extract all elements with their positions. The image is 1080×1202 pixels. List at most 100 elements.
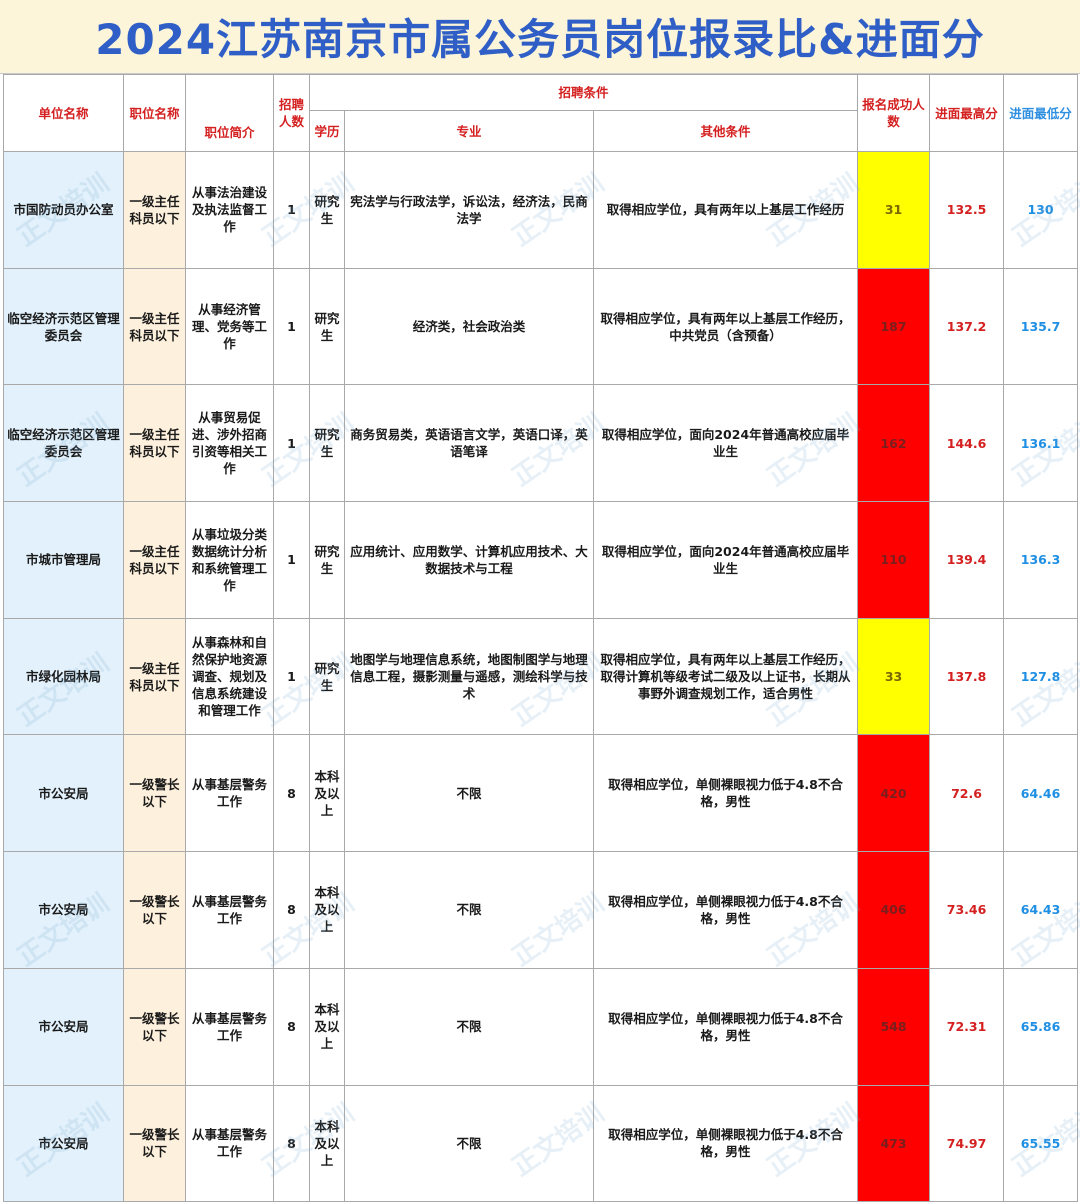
max-score-cell: 74.97: [929, 1084, 1005, 1202]
intro-cell: 从事基层警务工作: [185, 1084, 274, 1202]
header-min-score: 进面最低分: [1003, 74, 1079, 152]
applicants-cell: 110: [857, 501, 931, 619]
header-intro: 职位简介: [185, 74, 274, 152]
applicants-cell: 548: [857, 967, 931, 1086]
hires-cell: 1: [273, 501, 310, 619]
intro-cell: 从事经济管理、党务等工作: [185, 267, 274, 386]
education-cell: 本科及以上: [309, 851, 345, 969]
major-cell: 不限: [344, 1084, 594, 1202]
unit-cell: 临空经济示范区管理委员会: [3, 384, 124, 503]
unit-cell: 市绿化园林局: [3, 617, 124, 736]
table-row: 市公安局 一级警长以下 从事基层警务工作 8 本科及以上 不限 取得相应学位，单侧裸眼视力低…: [3, 967, 1079, 1086]
min-score-cell: 65.55: [1003, 1084, 1079, 1202]
major-cell: 地图学与地理信息系统，地图制图学与地理信息工程，摄影测量与遥感，测绘科学与技术: [344, 617, 594, 736]
unit-cell: 市城市管理局: [3, 501, 124, 619]
hires-cell: 1: [273, 617, 310, 736]
applicants-cell: 406: [857, 851, 931, 969]
max-score-cell: 132.5: [929, 151, 1005, 269]
education-cell: 研究生: [309, 501, 345, 619]
position-cell: 一级主任科员以下: [123, 384, 186, 503]
intro-cell: 从事基层警务工作: [185, 967, 274, 1086]
position-cell: 一级主任科员以下: [123, 151, 186, 269]
education-cell: 本科及以上: [309, 967, 345, 1086]
applicants-cell: 187: [857, 267, 931, 386]
min-score-cell: 136.3: [1003, 501, 1079, 619]
min-score-cell: 135.7: [1003, 267, 1079, 386]
unit-cell: 市国防动员办公室: [3, 151, 124, 269]
hires-cell: 1: [273, 151, 310, 269]
header-hires: 招聘人数: [273, 74, 310, 152]
unit-cell: 临空经济示范区管理委员会: [3, 267, 124, 386]
min-score-cell: 65.86: [1003, 967, 1079, 1086]
position-cell: 一级警长以下: [123, 851, 186, 969]
applicants-cell: 162: [857, 384, 931, 503]
header-position: 职位名称: [123, 74, 186, 152]
table-row: 市城市管理局 一级主任科员以下 从事垃圾分类数据统计分析和系统管理工作 1 研究生 应用统…: [3, 501, 1079, 619]
applicants-cell: 420: [857, 734, 931, 853]
table-row: 市公安局 一级警长以下 从事基层警务工作 8 本科及以上 不限 取得相应学位，单侧裸眼视力低…: [3, 851, 1079, 969]
other-cell: 取得相应学位，具有两年以上基层工作经历: [592, 151, 859, 269]
other-cell: 取得相应学位，单侧裸眼视力低于4.8不合格，男性: [592, 734, 859, 853]
major-cell: 不限: [344, 851, 594, 969]
position-cell: 一级警长以下: [123, 1084, 186, 1202]
hires-cell: 1: [273, 267, 310, 386]
min-score-cell: 136.1: [1003, 384, 1079, 503]
min-score-cell: 127.8: [1003, 617, 1079, 736]
other-cell: 取得相应学位，具有两年以上基层工作经历，中共党员（含预备）: [592, 267, 859, 386]
max-score-cell: 137.8: [929, 617, 1005, 736]
unit-cell: 市公安局: [3, 967, 124, 1086]
intro-cell: 从事森林和自然保护地资源调查、规划及信息系统建设和管理工作: [185, 617, 274, 736]
intro-cell: 从事基层警务工作: [185, 734, 274, 853]
major-cell: 宪法学与行政法学，诉讼法，经济法，民商法学: [344, 151, 594, 269]
other-cell: 取得相应学位，具有两年以上基层工作经历，取得计算机等级考试二级及以上证书，长期从…: [592, 617, 859, 736]
max-score-cell: 139.4: [929, 501, 1005, 619]
table-row: 市公安局 一级警长以下 从事基层警务工作 8 本科及以上 不限 取得相应学位，单侧裸眼视力低…: [3, 734, 1079, 853]
hires-cell: 8: [273, 967, 310, 1086]
other-cell: 取得相应学位，单侧裸眼视力低于4.8不合格，男性: [592, 851, 859, 969]
position-cell: 一级主任科员以下: [123, 617, 186, 736]
intro-cell: 从事贸易促进、涉外招商引资等相关工作: [185, 384, 274, 503]
positions-table: 单位名称 职位名称 职位简介 招聘人数 招聘条件 报名成功人数 进面最高分 进面…: [3, 74, 1079, 1202]
header-unit: 单位名称: [3, 74, 124, 152]
table-row: 临空经济示范区管理委员会 一级主任科员以下 从事贸易促进、涉外招商引资等相关工作 1 研…: [3, 384, 1079, 503]
table-row: 市国防动员办公室 一级主任科员以下 从事法治建设及执法监督工作 1 研究生 宪法学与行政法…: [3, 151, 1079, 269]
intro-cell: 从事垃圾分类数据统计分析和系统管理工作: [185, 501, 274, 619]
min-score-cell: 64.43: [1003, 851, 1079, 969]
major-cell: 应用统计、应用数学、计算机应用技术、大数据技术与工程: [344, 501, 594, 619]
major-cell: 商务贸易类，英语语言文学，英语口译，英语笔译: [344, 384, 594, 503]
position-cell: 一级警长以下: [123, 734, 186, 853]
header-max-score: 进面最高分: [929, 74, 1005, 152]
hires-cell: 8: [273, 734, 310, 853]
education-cell: 研究生: [309, 267, 345, 386]
unit-cell: 市公安局: [3, 734, 124, 853]
header-conditions: 招聘条件: [308, 74, 859, 111]
max-score-cell: 72.6: [929, 734, 1005, 853]
other-cell: 取得相应学位，面向2024年普通高校应届毕业生: [592, 384, 859, 503]
position-cell: 一级主任科员以下: [123, 501, 186, 619]
education-cell: 本科及以上: [309, 1084, 345, 1202]
education-cell: 本科及以上: [309, 734, 345, 853]
header-education: 学历: [309, 110, 345, 152]
header-major: 专业: [344, 110, 594, 152]
hires-cell: 8: [273, 851, 310, 969]
min-score-cell: 64.46: [1003, 734, 1079, 853]
education-cell: 研究生: [309, 384, 345, 503]
intro-cell: 从事法治建设及执法监督工作: [185, 151, 274, 269]
position-cell: 一级主任科员以下: [123, 267, 186, 386]
intro-cell: 从事基层警务工作: [185, 851, 274, 969]
major-cell: 经济类，社会政治类: [344, 267, 594, 386]
title-bar: 2024江苏南京市属公务员岗位报录比&进面分: [0, 0, 1080, 74]
hires-cell: 8: [273, 1084, 310, 1202]
max-score-cell: 72.31: [929, 967, 1005, 1086]
max-score-cell: 137.2: [929, 267, 1005, 386]
hires-cell: 1: [273, 384, 310, 503]
table-row: 市公安局 一级警长以下 从事基层警务工作 8 本科及以上 不限 取得相应学位，单侧裸眼视力低…: [3, 1084, 1079, 1202]
other-cell: 取得相应学位，面向2024年普通高校应届毕业生: [592, 501, 859, 619]
unit-cell: 市公安局: [3, 1084, 124, 1202]
other-cell: 取得相应学位，单侧裸眼视力低于4.8不合格，男性: [592, 967, 859, 1086]
max-score-cell: 73.46: [929, 851, 1005, 969]
page-title: 2024江苏南京市属公务员岗位报录比&进面分: [95, 15, 985, 64]
other-cell: 取得相应学位，单侧裸眼视力低于4.8不合格，男性: [592, 1084, 859, 1202]
major-cell: 不限: [344, 967, 594, 1086]
applicants-cell: 473: [857, 1084, 931, 1202]
